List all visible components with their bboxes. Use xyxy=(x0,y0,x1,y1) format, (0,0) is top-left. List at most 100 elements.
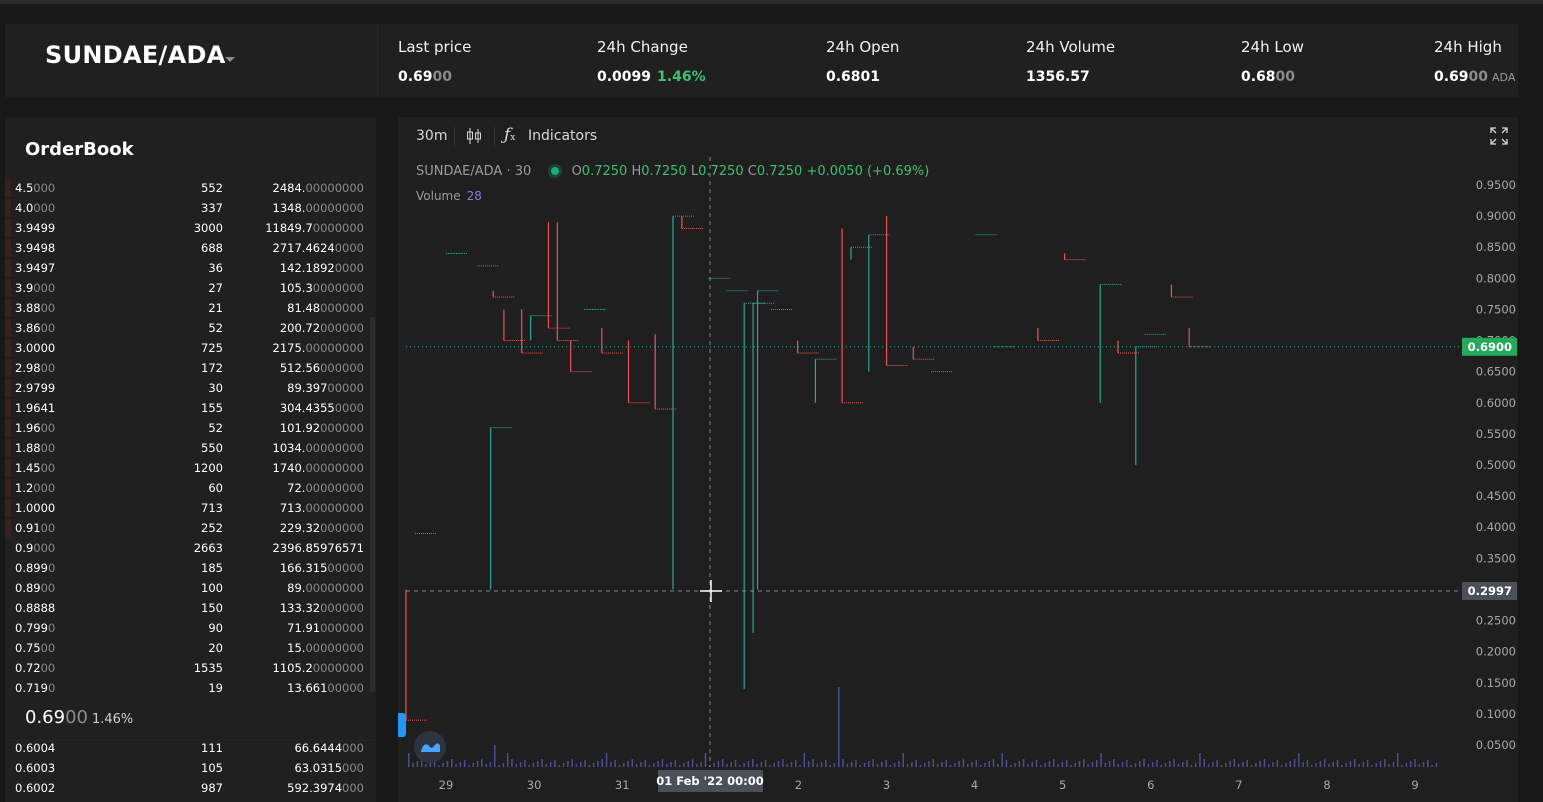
volume-bar xyxy=(1031,762,1033,767)
chevron-down-icon[interactable] xyxy=(225,57,235,62)
volume-bar xyxy=(425,764,427,767)
order-quantity: 20 xyxy=(208,638,223,658)
volume-bar xyxy=(1268,764,1270,767)
order-price: 1.2000 xyxy=(15,478,55,498)
orderbook-row[interactable]: 3.9498 688 2717.46240000 xyxy=(5,238,376,258)
volume-bar xyxy=(919,765,922,767)
order-quantity-main: 90 xyxy=(208,621,223,635)
volume-bar xyxy=(567,761,569,767)
orderbook-row[interactable]: 0.8900 100 89.00000000 xyxy=(5,578,376,598)
candlestick-plot[interactable]: 0.95000.90000.85000.80000.75000.70000.65… xyxy=(398,117,1518,802)
expand-tab[interactable] xyxy=(398,713,406,737)
order-price-trailing-zeros: 00 xyxy=(40,661,56,675)
volume-bar xyxy=(1130,765,1132,767)
stat-value: 0.6900 ADA xyxy=(1434,69,1515,85)
volume-bar xyxy=(678,765,681,767)
volume-bar xyxy=(812,759,814,767)
order-total: 1034.00000000 xyxy=(273,438,364,458)
order-price-main: 3.0000 xyxy=(15,341,56,355)
orderbook-row[interactable]: 1.9600 52 101.92000000 xyxy=(5,418,376,438)
orderbook-row[interactable]: 3.0000 725 2175.00000000 xyxy=(5,338,376,358)
orderbook-row[interactable]: 3.8600 52 200.72000000 xyxy=(5,318,376,338)
orderbook-row[interactable]: 4.5000 552 2484.00000000 xyxy=(5,178,376,198)
orderbook-row[interactable]: 2.9799 30 89.39700000 xyxy=(5,378,376,398)
orderbook-row[interactable]: 1.0000 713 713.00000000 xyxy=(5,498,376,518)
orderbook-scrollbar[interactable] xyxy=(370,317,375,692)
order-quantity-main: 20 xyxy=(208,641,223,655)
volume-bar xyxy=(618,765,621,767)
order-price: 0.8990 xyxy=(15,558,55,578)
orderbook-row[interactable]: 3.9499 3000 11849.70000000 xyxy=(5,218,376,238)
order-price: 0.8900 xyxy=(15,578,55,598)
volume-bar xyxy=(872,759,874,767)
time-tick-label: 4 xyxy=(971,778,978,792)
orderbook-row[interactable]: 0.9000 2663 2396.85976571 xyxy=(5,538,376,558)
volume-bar xyxy=(412,763,414,767)
order-total: 2175.00000000 xyxy=(273,338,364,358)
orderbook-row[interactable]: 0.7500 20 15.00000000 xyxy=(5,638,376,658)
order-quantity-main: 550 xyxy=(201,441,223,455)
tradingview-logo-icon[interactable] xyxy=(414,731,446,763)
order-total: 2717.46240000 xyxy=(273,238,364,258)
time-tick-label: 29 xyxy=(439,778,454,792)
orderbook-row[interactable]: 0.6004 111 66.6444000 xyxy=(5,738,376,758)
order-total-main: 592.3974 xyxy=(287,781,343,795)
time-tick-label: 3 xyxy=(883,778,890,792)
volume-bar xyxy=(1276,760,1279,767)
stat-value: 0.0099 1.46% xyxy=(597,69,706,85)
price-tick-label: 0.4000 xyxy=(1476,520,1516,534)
price-chart-panel: 30m ƒx Indicators SUNDAE/ADA · 30 O0.725… xyxy=(398,117,1518,802)
orderbook-row[interactable]: 0.6002 987 592.3974000 xyxy=(5,778,376,798)
order-quantity-main: 987 xyxy=(201,781,223,795)
orderbook-row[interactable]: 0.7990 90 71.91000000 xyxy=(5,618,376,638)
price-tick-label: 0.4500 xyxy=(1476,489,1516,503)
volume-bar xyxy=(803,753,806,767)
order-price: 3.9499 xyxy=(15,218,55,238)
orderbook-row[interactable]: 0.7200 1535 1105.20000000 xyxy=(5,658,376,678)
orderbook-row[interactable]: 1.4500 1200 1740.00000000 xyxy=(5,458,376,478)
volume-bar xyxy=(524,760,526,767)
time-tick-label: 7 xyxy=(1235,778,1242,792)
order-total: 1348.00000000 xyxy=(273,198,364,218)
order-total-trailing-zeros: 00000000 xyxy=(305,181,364,195)
orderbook-row[interactable]: 0.8990 185 166.31500000 xyxy=(5,558,376,578)
orderbook-row[interactable]: 0.9100 252 229.32000000 xyxy=(5,518,376,538)
orderbook-row[interactable]: 0.7190 19 13.66100000 xyxy=(5,678,376,698)
volume-bar xyxy=(674,760,677,767)
order-total-main: 72. xyxy=(287,481,306,495)
orderbook-row[interactable]: 4.0000 337 1348.00000000 xyxy=(5,198,376,218)
volume-bar xyxy=(1177,764,1180,767)
orderbook-row[interactable]: 1.8800 550 1034.00000000 xyxy=(5,438,376,458)
volume-bar xyxy=(580,762,582,767)
order-total-main: 11849.7 xyxy=(265,221,313,235)
order-quantity-main: 27 xyxy=(208,281,223,295)
order-total-trailing-zeros: 000000 xyxy=(320,321,364,335)
orderbook-row[interactable]: 3.9000 27 105.30000000 xyxy=(5,278,376,298)
pair-selector[interactable]: SUNDAE/ADA xyxy=(5,24,378,97)
order-price-main: 0.719 xyxy=(15,681,48,695)
volume-bar xyxy=(1156,760,1158,767)
volume-bar xyxy=(1220,765,1223,767)
orderbook-row[interactable]: 3.9497 36 142.18920000 xyxy=(5,258,376,278)
volume-bar xyxy=(868,761,870,767)
volume-bar xyxy=(1199,753,1201,767)
order-total-main: 142.1892 xyxy=(279,261,335,275)
orderbook-row[interactable]: 1.2000 60 72.00000000 xyxy=(5,478,376,498)
last-price-tag: 0.6900 xyxy=(1468,340,1512,354)
orderbook-row[interactable]: 0.6003 105 63.0315000 xyxy=(5,758,376,778)
orderbook-row[interactable]: 1.9641 155 304.43550000 xyxy=(5,398,376,418)
orderbook-row[interactable]: 3.8800 21 81.48000000 xyxy=(5,298,376,318)
order-total-main: 2717.4624 xyxy=(272,241,335,255)
volume-bar xyxy=(820,762,823,767)
time-tick-label: 2 xyxy=(795,778,802,792)
stat-value-main: 0.6801 xyxy=(826,69,881,85)
order-price: 0.6003 xyxy=(15,758,55,778)
order-total-main: 133.32 xyxy=(279,601,321,615)
order-quantity-main: 2663 xyxy=(193,541,223,555)
orderbook-row[interactable]: 0.8888 150 133.32000000 xyxy=(5,598,376,618)
orderbook-row[interactable]: 2.9800 172 512.56000000 xyxy=(5,358,376,378)
pair-name[interactable]: SUNDAE/ADA xyxy=(45,41,226,69)
order-price-main: 4.0 xyxy=(15,201,34,215)
volume-bar xyxy=(911,762,913,767)
order-quantity: 552 xyxy=(201,178,223,198)
